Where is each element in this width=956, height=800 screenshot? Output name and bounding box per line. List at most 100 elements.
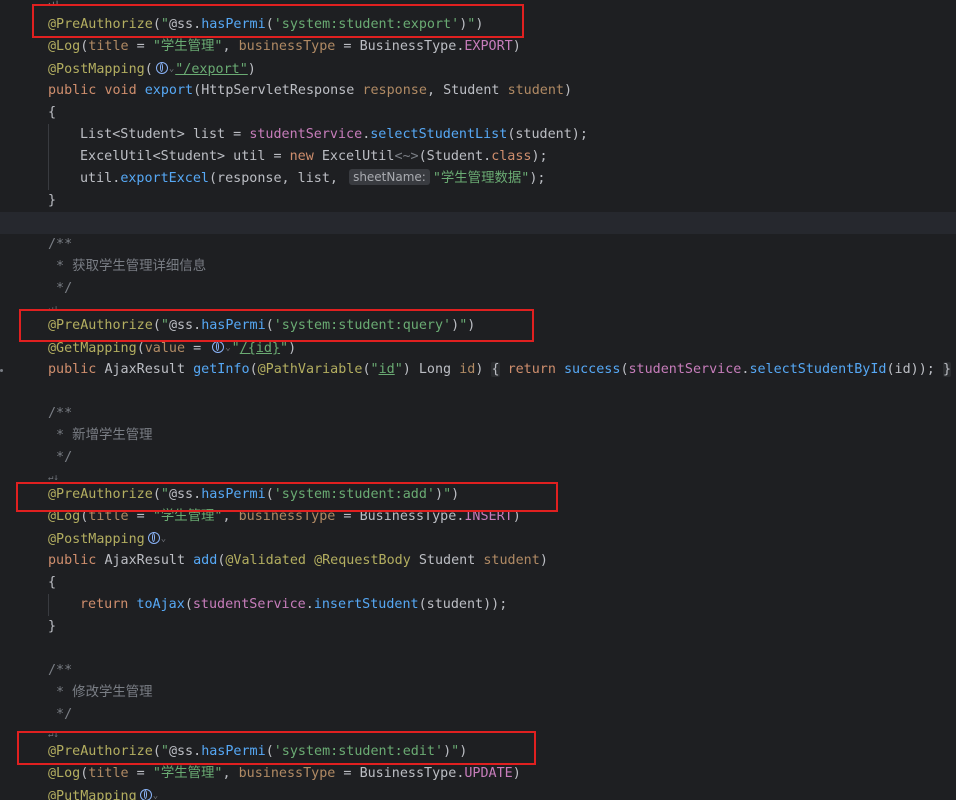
enum-constant: EXPORT	[464, 39, 513, 54]
annotation: @PostMapping	[48, 62, 145, 77]
chevron-down-icon[interactable]: ⌄	[153, 791, 158, 800]
permission-string: 'system:student:add'	[273, 487, 435, 502]
code-line[interactable]: List<Student> list = studentService.sele…	[0, 124, 956, 146]
class-name: BusinessType	[359, 39, 457, 54]
equals: =	[185, 341, 210, 356]
diamond-hint[interactable]: <~>	[394, 149, 418, 164]
param-name: response	[362, 83, 427, 98]
string-quote: "	[370, 362, 379, 377]
code-line[interactable]: @Log(title = "学生管理", businessType = Busi…	[0, 763, 956, 785]
code-line[interactable]: @PostMapping ⌄	[0, 528, 956, 550]
globe-icon[interactable]	[155, 62, 168, 74]
code-line[interactable]: {	[0, 102, 956, 124]
code-line[interactable]: public void export(HttpServletResponse r…	[0, 80, 956, 102]
paren: )	[459, 744, 468, 759]
string-quote: "	[280, 341, 289, 356]
keyword: public	[48, 553, 97, 568]
gutter-marker-icon[interactable]: ↵↓	[48, 473, 59, 483]
field-ref: studentService	[192, 597, 306, 612]
code-line[interactable]: {	[0, 572, 956, 594]
annotation: @PathVariable	[257, 362, 363, 377]
type-name: Student	[443, 83, 500, 98]
brace: {	[48, 105, 57, 120]
code-line[interactable]: @PutMapping ⌄	[0, 785, 956, 800]
annotation: @RequestBody	[314, 553, 411, 568]
path-var-ref[interactable]: id	[379, 362, 395, 377]
code-line[interactable]: @Log(title = "学生管理", businessType = Busi…	[0, 36, 956, 58]
string-literal: "学生管理"	[152, 509, 223, 524]
current-line[interactable]	[0, 212, 956, 234]
keyword: public	[48, 83, 97, 98]
code-line[interactable]: /**	[0, 234, 956, 256]
brace: }	[48, 619, 57, 634]
annotation: @Validated	[225, 553, 306, 568]
code-line[interactable]: }	[0, 190, 956, 212]
args: );	[531, 149, 548, 164]
permission-string: 'system:student:edit'	[273, 744, 444, 759]
string-quote: "	[160, 318, 169, 333]
attr-key: title	[88, 39, 129, 54]
equals: =	[335, 39, 360, 54]
code-line[interactable]: /**	[0, 660, 956, 682]
code-editor[interactable]: ↵↓ @PreAuthorize("@ss.hasPermi('system:s…	[0, 0, 956, 800]
chevron-down-icon[interactable]: ⌄	[169, 64, 174, 74]
method-name: add	[193, 553, 218, 568]
code-line[interactable]: @PreAuthorize("@ss.hasPermi('system:stud…	[0, 741, 956, 763]
folded-brace[interactable]: }	[942, 362, 951, 377]
comma: ,	[222, 509, 239, 524]
code-line[interactable]: public AjaxResult add(@Validated @Reques…	[0, 550, 956, 572]
url-path[interactable]: "/export"	[175, 62, 248, 77]
globe-icon[interactable]	[212, 341, 225, 353]
paren: )	[475, 362, 484, 377]
folded-brace[interactable]: {	[491, 362, 500, 377]
type-name: Long	[410, 362, 460, 377]
method-name: getInfo	[193, 362, 250, 377]
paren: (	[152, 744, 161, 759]
code-line[interactable]: @PreAuthorize("@ss.hasPermi('system:stud…	[0, 315, 956, 337]
code-line[interactable]: return toAjax(studentService.insertStude…	[0, 594, 956, 616]
string-literal: "学生管理数据"	[432, 171, 530, 186]
gutter-marker-icon[interactable]: ↵↓	[48, 304, 59, 314]
bean-ref: @ss.	[168, 487, 202, 502]
type-name: Student	[418, 553, 476, 568]
code-line[interactable]: /**	[0, 403, 956, 425]
method-name: hasPermi	[201, 487, 266, 502]
equals: =	[128, 39, 153, 54]
code-line[interactable]: ↵↓	[0, 0, 956, 14]
code-line[interactable]: public AjaxResult getInfo(@PathVariable(…	[0, 359, 956, 381]
method-call: toAjax	[136, 597, 185, 612]
param-name-hint: sheetName:	[349, 169, 430, 185]
code-line[interactable]: ExcelUtil<Student> util = new ExcelUtil<…	[0, 146, 956, 168]
paren: (	[362, 362, 371, 377]
paren: (	[265, 744, 274, 759]
code-line[interactable]: * 修改学生管理	[0, 682, 956, 704]
args: (id));	[886, 362, 935, 377]
code-line[interactable]: * 新增学生管理	[0, 425, 956, 447]
gutter-marker-icon[interactable]: ↵↓	[48, 730, 59, 740]
chevron-down-icon[interactable]: ⌄	[161, 534, 166, 544]
code-line[interactable]: util.exportExcel(response, list, sheetNa…	[0, 168, 956, 190]
paren: )	[247, 62, 256, 77]
code-line[interactable]: @PreAuthorize("@ss.hasPermi('system:stud…	[0, 14, 956, 36]
code-line[interactable]: }	[0, 616, 956, 638]
paren: (	[249, 362, 258, 377]
code-line[interactable]: @Log(title = "学生管理", businessType = Busi…	[0, 506, 956, 528]
code-line[interactable]: @PostMapping(⌄"/export")	[0, 58, 956, 80]
doc-comment: * 修改学生管理	[48, 685, 153, 700]
dot: .	[305, 597, 314, 612]
code-line[interactable]: @PreAuthorize("@ss.hasPermi('system:stud…	[0, 484, 956, 506]
globe-icon[interactable]	[147, 532, 160, 544]
chevron-down-icon[interactable]: ⌄	[225, 343, 230, 353]
code-line[interactable]: * 获取学生管理详细信息	[0, 256, 956, 278]
url-path[interactable]: /{id}	[240, 341, 280, 356]
var-decl: list =	[184, 127, 250, 142]
code-line[interactable]: @GetMapping(value = ⌄"/{id}")	[0, 337, 956, 359]
paren: (	[265, 17, 274, 32]
keyword: void	[104, 83, 137, 98]
paren: (	[152, 487, 161, 502]
string-quote: "	[231, 341, 240, 356]
constructor: ExcelUtil	[321, 149, 395, 164]
globe-icon[interactable]	[139, 789, 152, 800]
annotation: @PostMapping	[48, 532, 145, 547]
paren: )	[451, 487, 460, 502]
